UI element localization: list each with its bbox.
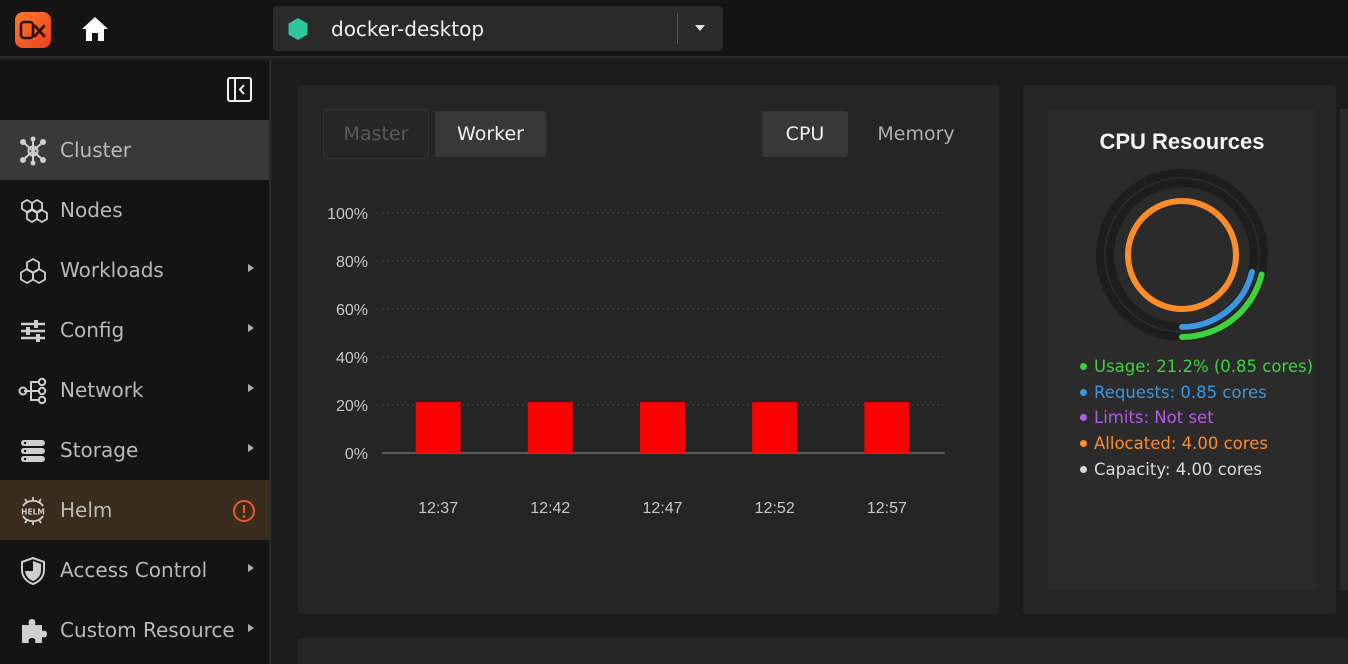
- legend-text: Capacity: 4.00 cores: [1094, 459, 1263, 479]
- storage-icon: [17, 436, 49, 466]
- sidebar-item-label: Workloads: [60, 258, 164, 282]
- legend-text: Requests: 0.85 cores: [1094, 382, 1267, 402]
- bar: [864, 402, 910, 453]
- y-tick-label: 80%: [336, 254, 368, 271]
- gauge-allocated-ring: [1125, 198, 1239, 312]
- cluster-icon: [17, 136, 49, 166]
- sidebar-item-label: Storage: [60, 438, 139, 462]
- cpu-legend: Usage: 21.2% (0.85 cores) Requests: 0.85…: [1080, 354, 1313, 482]
- cpu-usage-bar-chart: 0% 20% 40% 60% 80% 100% 12:37 12:42 12:47 12:52 12…: [327, 206, 945, 517]
- sidebar-item-label: Access Control: [60, 558, 208, 582]
- legend-text: Usage: 21.2% (0.85 cores): [1094, 357, 1314, 377]
- y-tick-label: 0%: [345, 446, 368, 463]
- bar: [415, 402, 461, 453]
- x-tick-label: 12:37: [418, 500, 458, 517]
- chevron-right-icon: [248, 324, 254, 332]
- workloads-icon: [17, 256, 49, 286]
- sidebar-item-workloads[interactable]: Workloads: [0, 240, 269, 300]
- bar: [640, 402, 685, 453]
- sidebar-item-helm[interactable]: HELM Helm: [0, 480, 269, 540]
- main-content: Master Worker CPU Memory 0% 20% 40% 60% 80% 1…: [273, 60, 1348, 664]
- sidebar-item-access-control[interactable]: Access Control: [0, 540, 269, 600]
- sidebar-item-network[interactable]: Network: [0, 360, 269, 420]
- legend-dot: [1080, 388, 1087, 396]
- sidebar-item-label: Config: [60, 318, 125, 342]
- legend-dot: [1080, 440, 1087, 448]
- chevron-right-icon: [248, 384, 254, 392]
- sidebar-item-label: Cluster: [60, 138, 131, 162]
- sidebar-item-config[interactable]: Config: [0, 300, 269, 360]
- legend-dot: [1080, 414, 1087, 422]
- cluster-status-icon: [288, 18, 308, 40]
- cluster-name: docker-desktop: [331, 17, 485, 41]
- collapse-sidebar-icon[interactable]: [226, 76, 253, 103]
- x-tick-label: 12:57: [867, 500, 907, 517]
- cpu-gauge: [1096, 169, 1268, 341]
- sidebar-item-storage[interactable]: Storage: [0, 420, 269, 480]
- alert-icon[interactable]: [232, 499, 256, 523]
- y-tick-label: 60%: [336, 302, 368, 319]
- legend-capacity: Capacity: 4.00 cores: [1080, 456, 1313, 482]
- bar: [752, 402, 798, 453]
- legend-usage: Usage: 21.2% (0.85 cores): [1080, 354, 1313, 380]
- caret-down-icon[interactable]: [693, 23, 707, 33]
- legend-requests: Requests: 0.85 cores: [1080, 380, 1313, 406]
- legend-limits: Limits: Not set: [1080, 405, 1313, 431]
- sidebar-item-custom-resource[interactable]: Custom Resource: [0, 600, 269, 660]
- sidebar-item-label: Network: [60, 378, 144, 402]
- select-divider: [677, 13, 678, 44]
- chevron-right-icon: [248, 564, 254, 572]
- legend-text: Limits: Not set: [1094, 408, 1214, 428]
- sidebar-item-label: Nodes: [60, 198, 123, 222]
- chevron-right-icon: [248, 624, 254, 632]
- x-tick-label: 12:42: [530, 500, 570, 517]
- x-tick-label: 12:52: [755, 500, 795, 517]
- nodes-icon: [17, 196, 49, 226]
- cpu-resources-card: CPU Resources Usage: 21.2% (0.85 cores) …: [1023, 85, 1336, 614]
- puzzle-icon: [17, 616, 49, 646]
- y-tick-label: 20%: [336, 398, 368, 415]
- config-icon: [17, 316, 49, 346]
- chevron-right-icon: [248, 444, 254, 452]
- chevron-right-icon: [248, 264, 254, 272]
- sidebar-item-nodes[interactable]: Nodes: [0, 180, 269, 240]
- helm-icon: HELM: [17, 496, 49, 526]
- cluster-select[interactable]: docker-desktop: [273, 6, 723, 51]
- legend-allocated: Allocated: 4.00 cores: [1080, 431, 1313, 457]
- legend-text: Allocated: 4.00 cores: [1094, 434, 1268, 454]
- y-tick-label: 100%: [327, 206, 368, 223]
- legend-dot: [1080, 465, 1087, 473]
- x-tick-label: 12:47: [642, 500, 682, 517]
- next-card-edge: [1340, 109, 1348, 590]
- app-logo-icon[interactable]: [15, 12, 51, 48]
- sidebar-item-label: Custom Resource: [60, 618, 235, 642]
- legend-dot: [1080, 363, 1087, 371]
- network-icon: [17, 376, 49, 406]
- bottom-card: [298, 638, 1348, 664]
- sidebar-item-cluster[interactable]: Cluster: [0, 120, 269, 180]
- svg-text:HELM: HELM: [21, 508, 45, 517]
- usage-chart-card: Master Worker CPU Memory 0% 20% 40% 60% 80% 1…: [298, 85, 999, 614]
- shield-icon: [17, 556, 49, 586]
- sidebar-item-label: Helm: [60, 498, 113, 522]
- bar: [527, 402, 573, 453]
- sidebar: Cluster Nodes Workloads Config Network S…: [0, 60, 271, 664]
- top-bar: docker-desktop: [0, 0, 1348, 58]
- y-tick-label: 40%: [336, 350, 368, 367]
- home-icon[interactable]: [80, 14, 110, 44]
- cpu-resources-title: CPU Resources: [1099, 129, 1265, 154]
- cpu-resources-panel: CPU Resources Usage: 21.2% (0.85 cores) …: [1048, 109, 1316, 590]
